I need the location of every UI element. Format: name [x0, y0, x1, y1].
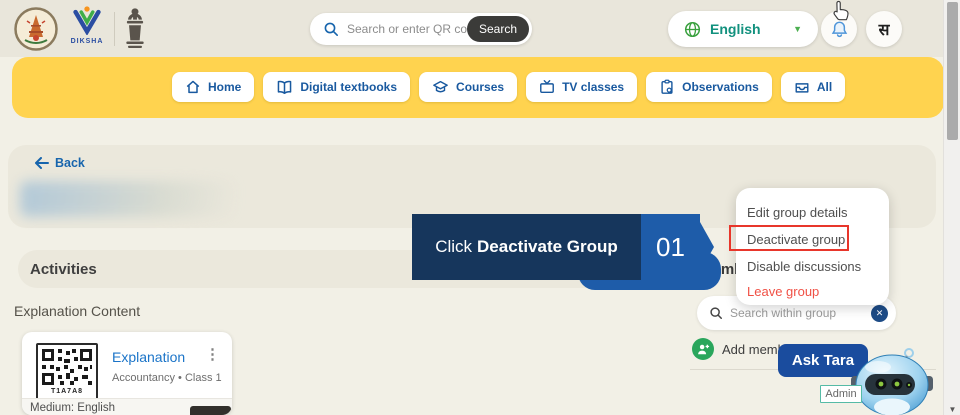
qr-code-label: T1A7A8 [51, 387, 83, 396]
nav-observations-button[interactable]: Observations [646, 72, 772, 102]
header-search-bar: Search [310, 13, 532, 45]
nav-tv-classes-button[interactable]: TV classes [526, 72, 637, 102]
activity-card[interactable]: T1A7A8 Explanation Accountancy • Class 1… [22, 332, 232, 415]
nav-label: All [817, 80, 832, 94]
back-arrow-icon [34, 157, 49, 169]
callout-target: Deactivate Group [477, 237, 618, 257]
chevron-down-icon: ▼ [793, 24, 802, 34]
book-icon [276, 79, 293, 95]
inbox-icon [794, 79, 810, 95]
scrollbar-down-arrow[interactable]: ▼ [944, 405, 960, 414]
clear-search-button[interactable]: ✕ [871, 305, 888, 322]
nav-label: TV classes [562, 80, 624, 94]
menu-item-edit-group-details[interactable]: Edit group details [747, 201, 847, 223]
nav-items: Home Digital textbooks Courses TV classe… [172, 72, 845, 102]
diksha-logo: DIKSHA [64, 5, 110, 53]
diksha-logo-text: DIKSHA [64, 38, 110, 45]
nav-all-button[interactable]: All [781, 72, 845, 102]
callout-prefix: Click [435, 237, 472, 257]
clipboard-icon [659, 79, 675, 95]
back-label: Back [55, 156, 85, 170]
group-name-redacted [20, 181, 235, 217]
home-icon [185, 79, 201, 95]
tamilnadu-govt-logo [14, 7, 58, 51]
section-title: Explanation Content [14, 303, 140, 319]
add-member-icon [692, 338, 714, 360]
activity-subtitle: Accountancy • Class 1 [112, 372, 222, 384]
callout-arrow [700, 222, 714, 272]
nav-digital-textbooks-button[interactable]: Digital textbooks [263, 72, 410, 102]
back-button[interactable]: Back [34, 156, 85, 170]
callout-text: Click Deactivate Group [412, 214, 641, 280]
search-icon [709, 306, 723, 320]
activity-badge [190, 406, 231, 415]
search-icon [323, 21, 339, 37]
nav-label: Digital textbooks [300, 80, 397, 94]
diksha-group-page: DIKSHA Search English ▼ [0, 0, 960, 415]
graduation-cap-icon [432, 79, 449, 95]
activity-title-link[interactable]: Explanation [112, 349, 185, 365]
scrollbar[interactable]: ▼ [943, 0, 960, 415]
nav-label: Courses [456, 80, 504, 94]
nav-courses-button[interactable]: Courses [419, 72, 517, 102]
qr-code: T1A7A8 [36, 343, 98, 400]
profile-initial: स [879, 18, 890, 40]
kebab-menu-icon[interactable]: ⋮ [205, 345, 220, 363]
nav-home-button[interactable]: Home [172, 72, 254, 102]
search-button[interactable]: Search [467, 16, 529, 42]
national-emblem-logo [122, 7, 148, 51]
menu-item-leave-group[interactable]: Leave group [747, 280, 819, 302]
activity-medium: Medium: English [30, 402, 115, 414]
mouse-cursor [831, 0, 852, 23]
menu-item-disable-discussions[interactable]: Disable discussions [747, 255, 861, 277]
callout-step-number: 01 [641, 214, 700, 280]
highlight-box [729, 225, 849, 251]
members-search-input[interactable] [730, 306, 871, 320]
tv-icon [539, 79, 555, 95]
activities-title: Activities [30, 261, 97, 278]
search-input[interactable] [347, 22, 467, 36]
nav-label: Observations [682, 80, 759, 94]
profile-avatar[interactable]: स [866, 11, 902, 47]
language-label: English [710, 21, 761, 37]
scrollbar-thumb[interactable] [947, 2, 958, 140]
tutorial-callout: Click Deactivate Group 01 [412, 214, 714, 280]
logo-divider [114, 12, 115, 46]
nav-label: Home [208, 80, 241, 94]
language-selector[interactable]: English ▼ [668, 11, 818, 47]
admin-badge: Admin [820, 385, 862, 403]
tara-robot-mascot[interactable] [851, 346, 935, 415]
globe-icon [684, 21, 701, 38]
